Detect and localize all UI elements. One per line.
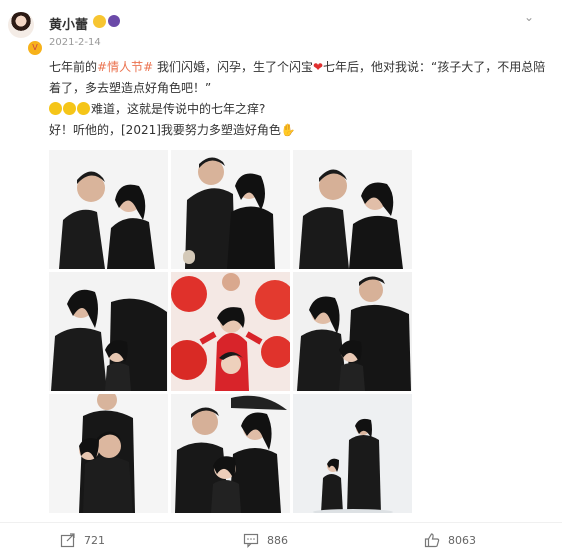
post-line-2: 难道，这就是传说中的七年之痒? [49,99,549,120]
photo-7[interactable] [49,394,168,513]
action-bar: 721 886 8063 [0,522,562,556]
photo-8[interactable] [171,394,290,513]
weibo-post-card: V 黄小蕾 2021-2-14 ⌄ 七年前的#情人节# 我们闪婚，闪孕，生了个闪… [0,0,562,555]
laugh-emoji [63,102,76,115]
comment-icon [243,533,259,548]
photo-6[interactable] [293,272,412,391]
photo-3[interactable] [293,150,412,269]
comment-button[interactable]: 886 [243,532,288,548]
photo-9[interactable] [293,394,412,513]
post-timestamp[interactable]: 2021-2-14 [49,37,101,48]
laugh-emoji [49,102,62,115]
like-button[interactable]: 8063 [424,532,476,548]
photo-4[interactable] [49,272,168,391]
repost-icon [60,533,75,548]
verified-badge-icon: V [27,40,43,56]
photo-5[interactable] [171,272,290,391]
level-badge-icon [108,15,120,27]
hashtag-link[interactable]: #情人节# [97,60,153,74]
heart-emoji: ❤ [312,60,324,74]
photo-1[interactable] [49,150,168,269]
avatar[interactable] [8,12,34,38]
more-icon[interactable]: ⌄ [524,10,534,24]
photo-2[interactable] [171,150,290,269]
member-emoji-icon [93,15,106,28]
laugh-emoji [77,102,90,115]
like-icon [424,533,440,548]
muscle-emoji: ✋ [280,123,296,137]
post-line-3: 好！听他的，[2021]我要努力多塑造好角色✋ [49,123,296,137]
post-text: 七年前的#情人节# 我们闪婚，闪孕，生了个闪宝❤七年后，他对我说：“孩子大了，不… [49,57,549,141]
username[interactable]: 黄小蕾 [49,14,88,33]
repost-button[interactable]: 721 [60,532,105,548]
post-line-1: 七年前的#情人节# 我们闪婚，闪孕，生了个闪宝❤七年后，他对我说：“孩子大了，不… [49,60,546,95]
